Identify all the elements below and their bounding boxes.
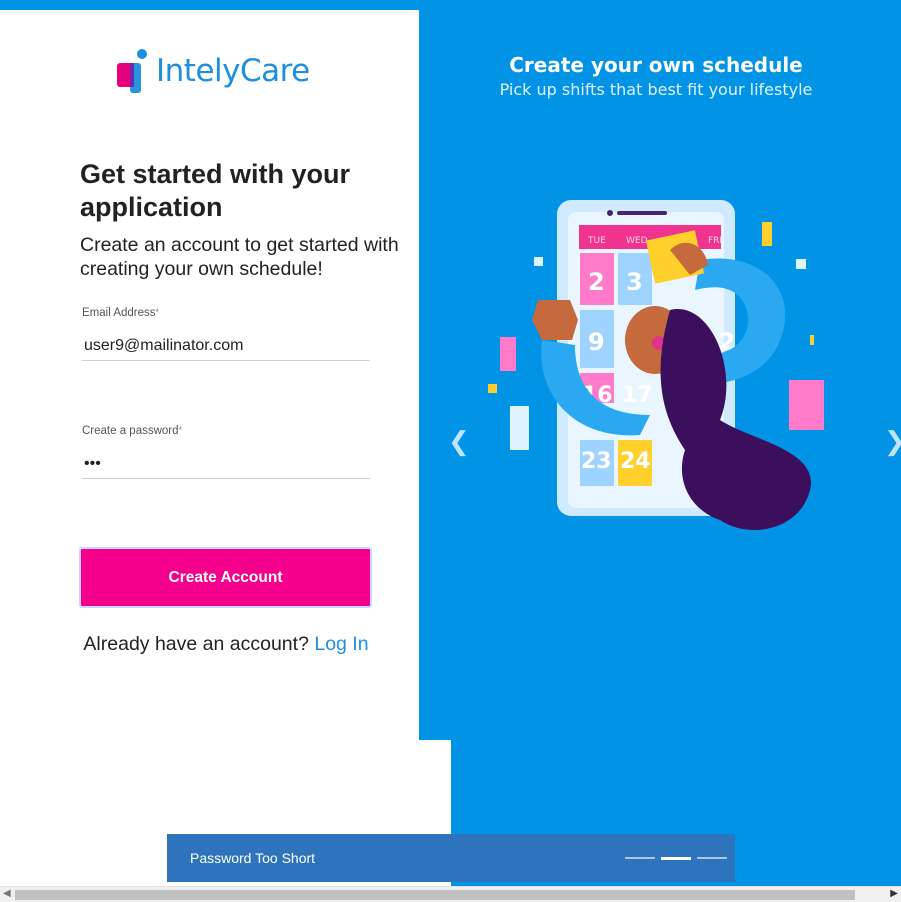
email-field[interactable] xyxy=(82,331,370,361)
calendar-day-wed: WED xyxy=(626,236,648,246)
calendar-num-24: 24 xyxy=(620,449,651,474)
email-required-mark: * xyxy=(155,307,160,317)
password-field[interactable] xyxy=(82,449,370,479)
toast-notification: Password Too Short xyxy=(167,834,735,882)
brand-name: IntelyCare xyxy=(156,53,310,89)
calendar-num-9: 9 xyxy=(588,328,605,356)
signup-panel xyxy=(0,10,419,740)
calendar-num-2: 2 xyxy=(588,268,605,296)
scroll-right-icon[interactable]: ▶ xyxy=(890,888,898,899)
carousel-dot-2[interactable] xyxy=(661,857,691,860)
horizontal-scrollbar[interactable]: ◀ ▶ xyxy=(0,886,901,902)
calendar-num-17: 17 xyxy=(622,383,653,408)
carousel-dot-3[interactable] xyxy=(697,857,727,859)
calendar-num-23: 23 xyxy=(581,449,612,474)
carousel-dot-1[interactable] xyxy=(625,857,655,859)
create-account-button[interactable]: Create Account xyxy=(79,547,372,608)
calendar-num-3: 3 xyxy=(626,268,643,296)
password-label-text: Create a password xyxy=(82,425,179,437)
chevron-left-icon[interactable]: ❮ xyxy=(448,427,470,457)
schedule-illustration: TUE WED FRI 2 3 9 12 16 17 23 24 xyxy=(488,200,824,530)
toast-message: Password Too Short xyxy=(190,850,316,866)
brand-logo[interactable]: IntelyCare xyxy=(116,47,310,95)
email-label-text: Email Address xyxy=(82,307,156,319)
password-label: Create a password* xyxy=(82,425,182,437)
email-label: Email Address* xyxy=(82,307,159,319)
intelycare-logo-icon xyxy=(117,49,147,93)
login-prompt-text: Already have an account? xyxy=(83,633,309,655)
calendar-day-tue: TUE xyxy=(587,236,606,246)
login-link[interactable]: Log In xyxy=(314,633,368,655)
page: IntelyCare Get started with your applica… xyxy=(0,0,901,902)
calendar-day-fri: FRI xyxy=(708,236,722,246)
password-required-mark: * xyxy=(178,425,183,435)
carousel-subtitle: Pick up shifts that best fit your lifest… xyxy=(499,80,813,99)
scrollbar-thumb[interactable] xyxy=(15,890,855,900)
chevron-right-icon[interactable]: ❯ xyxy=(884,427,901,457)
page-title: Get started with your application xyxy=(80,159,351,222)
carousel-title: Create your own schedule xyxy=(509,53,803,77)
carousel-indicators xyxy=(625,857,727,860)
page-subtitle: Create an account to get started with cr… xyxy=(80,234,399,280)
scroll-left-icon[interactable]: ◀ xyxy=(3,888,11,899)
login-prompt: Already have an account? Log In xyxy=(80,632,372,656)
